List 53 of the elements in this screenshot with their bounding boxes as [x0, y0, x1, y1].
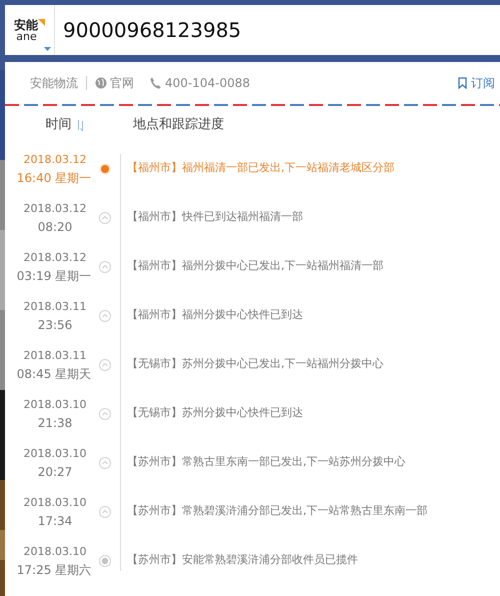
event-time: 08:20 — [38, 218, 72, 236]
event-time: 21:38 — [38, 414, 72, 432]
event-description: 【苏州市】常熟古里东南一部已发出,下一站苏州分拨中心 — [127, 454, 406, 470]
bookmark-icon — [458, 77, 467, 89]
sort-icon[interactable] — [76, 118, 84, 132]
origin-dot-icon — [98, 554, 110, 566]
phone-icon — [150, 77, 161, 89]
event-date: 2018.03.10 — [24, 396, 86, 412]
event-date: 2018.03.12 — [24, 200, 86, 216]
event-description: 【福州市】福州分拨中心快件已到达 — [127, 307, 303, 324]
event-time: 20:27 — [38, 464, 72, 480]
chevron-up-circle-icon — [98, 408, 110, 420]
chevron-up-circle-icon — [98, 358, 110, 370]
column-header: 地点和跟踪进度 — [133, 116, 224, 134]
chevron-up-circle-icon — [98, 260, 110, 272]
chevron-up-circle-icon — [98, 310, 110, 322]
chevron-up-circle-icon — [98, 212, 110, 224]
event-time: 17:25 星期六 — [16, 562, 92, 578]
event-time: 16:40 星期一 — [16, 170, 92, 186]
event-description: 【苏州市】安能常熟碧溪浒浦分部收件员已揽件 — [127, 552, 358, 568]
chevron-up-circle-icon — [98, 456, 110, 468]
event-description: 【福州市】福州福清一部已发出,下一站福清老城区分部 — [127, 160, 394, 176]
phone-link[interactable]: 400-104-0088 — [150, 74, 250, 92]
event-time: 08:45 星期天 — [16, 366, 92, 382]
event-time: 23:56 — [38, 316, 72, 334]
arrow-logo-icon — [38, 18, 45, 26]
caret-down-icon — [44, 47, 51, 51]
event-date: 2018.03.11 — [24, 348, 86, 364]
event-description: 【无锡市】苏州分拨中心已发出,下一站福州分拨中心 — [127, 356, 384, 372]
event-description: 【无锡市】苏州分拨中心快件已到达 — [127, 405, 303, 422]
event-description: 【福州市】快件已到达福州福清一部 — [127, 209, 303, 226]
logo-selector[interactable]: 安能 ane — [5, 5, 55, 55]
event-time: 03:19 星期一 — [16, 268, 92, 284]
event-date: 2018.03.10 — [24, 544, 86, 560]
event-date: 2018.03.12 — [24, 152, 86, 168]
column-header: 时间 — [46, 116, 72, 134]
search-bar[interactable]: 安能 ane 90000968123985 — [5, 5, 500, 55]
event-time: 17:34 — [38, 512, 72, 530]
globe-icon — [95, 77, 107, 89]
company-name: 安能物流 — [30, 75, 78, 92]
chevron-up-circle-icon — [98, 506, 110, 518]
event-date: 2018.03.11 — [24, 298, 86, 314]
logo-text: 安能 — [14, 18, 38, 30]
event-description: 【福州市】福州分拨中心已发出,下一站福州福清一部 — [127, 258, 384, 274]
event-date: 2018.03.10 — [24, 494, 86, 510]
current-dot-icon — [98, 162, 110, 174]
event-description: 【苏州市】常熟碧溪浒浦分部已发出,下一站常熟古里东南一部 — [127, 503, 428, 520]
logo-text: ane — [16, 30, 37, 42]
website-link[interactable]: 官网 — [95, 74, 134, 92]
tracking-number-field[interactable]: 90000968123985 — [63, 15, 500, 45]
subscribe-link[interactable]: 订阅 — [458, 74, 495, 92]
event-date: 2018.03.10 — [24, 446, 86, 462]
event-date: 2018.03.12 — [24, 250, 86, 266]
